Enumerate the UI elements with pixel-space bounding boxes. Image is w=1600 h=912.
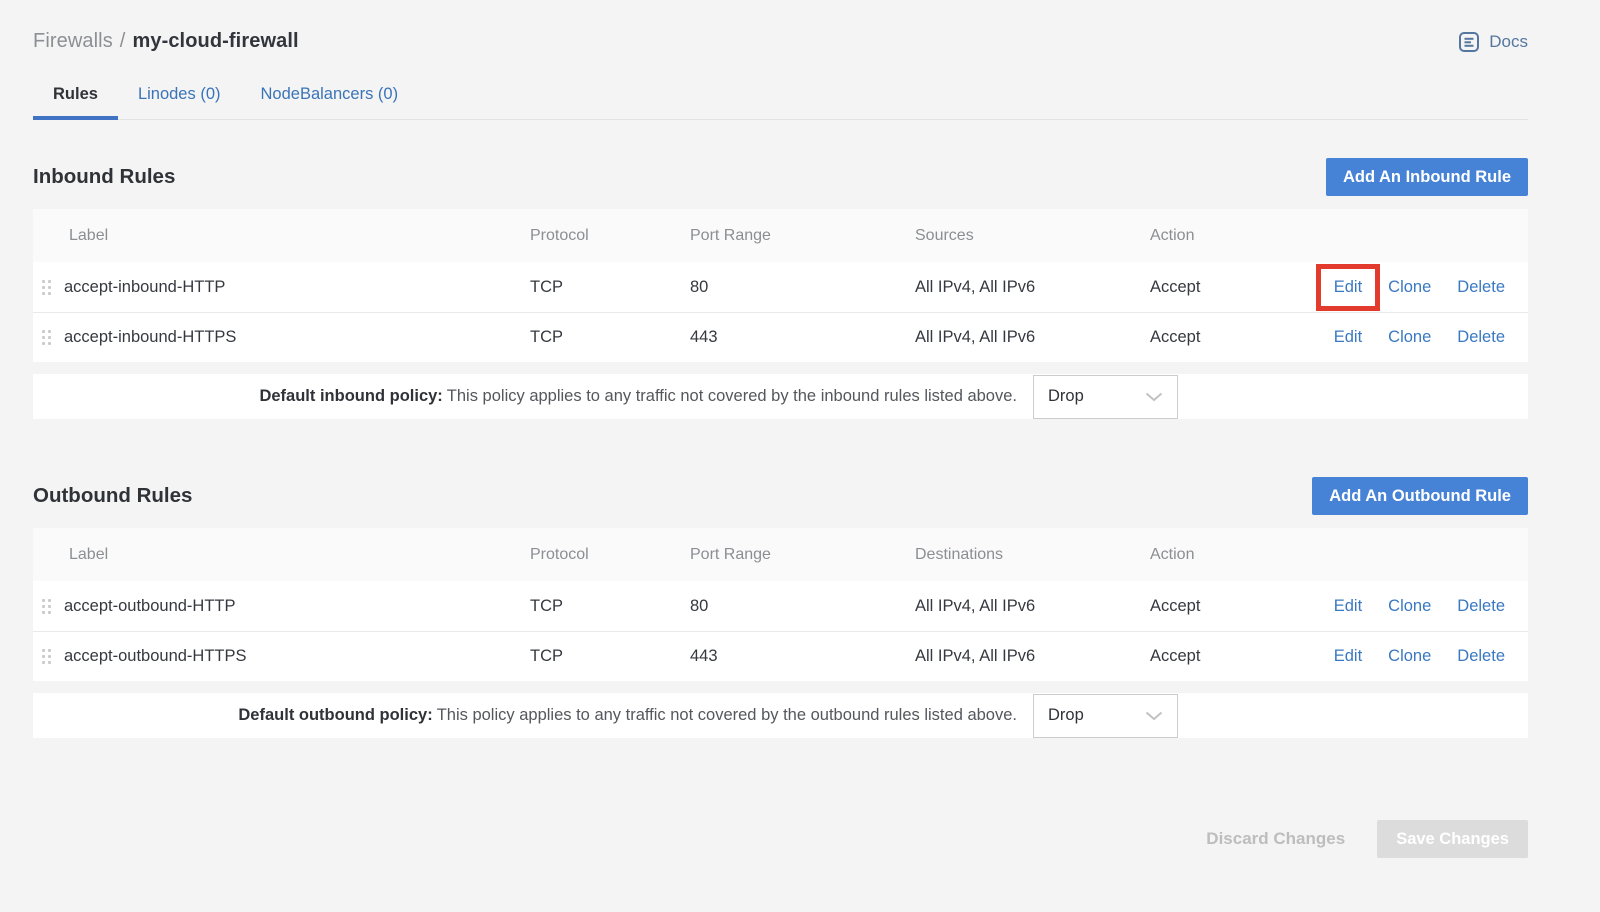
rule-port-range: 443 bbox=[690, 328, 915, 347]
discard-changes-button[interactable]: Discard Changes bbox=[1206, 829, 1345, 849]
column-header-destinations: Destinations bbox=[915, 546, 1150, 564]
clone-link[interactable]: Clone bbox=[1388, 278, 1431, 297]
column-header-action: Action bbox=[1150, 227, 1280, 245]
inbound-section-header: Inbound Rules Add An Inbound Rule bbox=[33, 158, 1528, 196]
footer-actions: Discard Changes Save Changes bbox=[33, 820, 1528, 858]
add-outbound-rule-button[interactable]: Add An Outbound Rule bbox=[1312, 477, 1528, 515]
add-inbound-rule-button[interactable]: Add An Inbound Rule bbox=[1326, 158, 1528, 196]
outbound-policy-label: Default outbound policy: bbox=[238, 706, 432, 724]
clone-link[interactable]: Clone bbox=[1388, 597, 1431, 616]
rule-label: accept-inbound-HTTPS bbox=[64, 328, 236, 347]
rule-action: Accept bbox=[1150, 278, 1280, 297]
rule-addresses: All IPv4, All IPv6 bbox=[915, 647, 1150, 666]
inbound-policy-text: Default inbound policy: This policy appli… bbox=[259, 387, 1017, 406]
outbound-section-header: Outbound Rules Add An Outbound Rule bbox=[33, 477, 1528, 515]
delete-link[interactable]: Delete bbox=[1457, 597, 1505, 616]
delete-link[interactable]: Delete bbox=[1457, 278, 1505, 297]
chevron-down-icon bbox=[1145, 392, 1163, 402]
outbound-table-header: Label Protocol Port Range Destinations A… bbox=[33, 528, 1528, 581]
outbound-policy-selected-value: Drop bbox=[1048, 706, 1084, 725]
inbound-table-header: Label Protocol Port Range Sources Action bbox=[33, 209, 1528, 262]
tab-nodebalancers[interactable]: NodeBalancers (0) bbox=[241, 75, 419, 119]
edit-link[interactable]: Edit bbox=[1334, 597, 1362, 616]
inbound-policy-select[interactable]: Drop bbox=[1033, 375, 1178, 419]
inbound-rules-table: Label Protocol Port Range Sources Action… bbox=[33, 209, 1528, 362]
docs-link[interactable]: Docs bbox=[1458, 31, 1528, 53]
delete-link[interactable]: Delete bbox=[1457, 647, 1505, 666]
column-header-action: Action bbox=[1150, 546, 1280, 564]
annotation-highlight-box: Edit bbox=[1316, 264, 1380, 311]
table-row: accept-inbound-HTTPS TCP 443 All IPv4, A… bbox=[33, 312, 1528, 362]
inbound-rules-heading: Inbound Rules bbox=[33, 165, 175, 189]
outbound-policy-description: This policy applies to any traffic not c… bbox=[437, 706, 1017, 724]
inbound-default-policy-row: Default inbound policy: This policy appli… bbox=[33, 374, 1528, 419]
save-changes-button[interactable]: Save Changes bbox=[1377, 820, 1528, 858]
table-row: accept-outbound-HTTP TCP 80 All IPv4, Al… bbox=[33, 581, 1528, 631]
rule-label: accept-outbound-HTTP bbox=[64, 597, 236, 616]
outbound-rules-heading: Outbound Rules bbox=[33, 484, 192, 508]
edit-link[interactable]: Edit bbox=[1334, 647, 1362, 666]
document-icon bbox=[1458, 31, 1480, 53]
tab-linodes[interactable]: Linodes (0) bbox=[118, 75, 241, 119]
outbound-default-policy-row: Default outbound policy: This policy appl… bbox=[33, 693, 1528, 738]
tab-rules[interactable]: Rules bbox=[33, 75, 118, 119]
rule-protocol: TCP bbox=[530, 647, 690, 666]
top-bar: Firewalls / my-cloud-firewall Docs bbox=[33, 30, 1528, 53]
column-header-port-range: Port Range bbox=[690, 227, 915, 245]
drag-handle-icon[interactable] bbox=[42, 649, 51, 664]
column-header-protocol: Protocol bbox=[530, 227, 690, 245]
rule-protocol: TCP bbox=[530, 597, 690, 616]
drag-handle-icon[interactable] bbox=[42, 599, 51, 614]
drag-handle-icon[interactable] bbox=[42, 280, 51, 295]
breadcrumb-root[interactable]: Firewalls bbox=[33, 30, 113, 52]
delete-link[interactable]: Delete bbox=[1457, 328, 1505, 347]
rule-action: Accept bbox=[1150, 328, 1280, 347]
rule-port-range: 443 bbox=[690, 647, 915, 666]
rule-protocol: TCP bbox=[530, 278, 690, 297]
outbound-policy-select[interactable]: Drop bbox=[1033, 694, 1178, 738]
edit-link[interactable]: Edit bbox=[1334, 278, 1362, 297]
rule-label: accept-inbound-HTTP bbox=[64, 278, 225, 297]
column-header-label: Label bbox=[33, 546, 530, 564]
outbound-policy-text: Default outbound policy: This policy appl… bbox=[238, 706, 1017, 725]
inbound-policy-description: This policy applies to any traffic not c… bbox=[447, 387, 1017, 405]
chevron-down-icon bbox=[1145, 711, 1163, 721]
clone-link[interactable]: Clone bbox=[1388, 328, 1431, 347]
table-row: accept-outbound-HTTPS TCP 443 All IPv4, … bbox=[33, 631, 1528, 681]
rule-addresses: All IPv4, All IPv6 bbox=[915, 597, 1150, 616]
rule-action: Accept bbox=[1150, 597, 1280, 616]
rule-port-range: 80 bbox=[690, 278, 915, 297]
clone-link[interactable]: Clone bbox=[1388, 647, 1431, 666]
column-header-protocol: Protocol bbox=[530, 546, 690, 564]
column-header-label: Label bbox=[33, 227, 530, 245]
docs-label: Docs bbox=[1489, 32, 1528, 52]
rule-label: accept-outbound-HTTPS bbox=[64, 647, 247, 666]
table-row: accept-inbound-HTTP TCP 80 All IPv4, All… bbox=[33, 262, 1528, 312]
breadcrumb: Firewalls / my-cloud-firewall bbox=[33, 30, 299, 53]
column-header-port-range: Port Range bbox=[690, 546, 915, 564]
rule-addresses: All IPv4, All IPv6 bbox=[915, 328, 1150, 347]
rule-addresses: All IPv4, All IPv6 bbox=[915, 278, 1150, 297]
edit-link[interactable]: Edit bbox=[1334, 328, 1362, 347]
rule-protocol: TCP bbox=[530, 328, 690, 347]
inbound-policy-selected-value: Drop bbox=[1048, 387, 1084, 406]
breadcrumb-separator: / bbox=[120, 30, 126, 52]
column-header-sources: Sources bbox=[915, 227, 1150, 245]
page-title: my-cloud-firewall bbox=[132, 30, 298, 52]
drag-handle-icon[interactable] bbox=[42, 330, 51, 345]
inbound-policy-label: Default inbound policy: bbox=[259, 387, 442, 405]
outbound-rules-table: Label Protocol Port Range Destinations A… bbox=[33, 528, 1528, 681]
page-container: Firewalls / my-cloud-firewall Docs Rules L… bbox=[0, 0, 1600, 858]
tab-bar: Rules Linodes (0) NodeBalancers (0) bbox=[33, 75, 1528, 120]
rule-action: Accept bbox=[1150, 647, 1280, 666]
rule-port-range: 80 bbox=[690, 597, 915, 616]
